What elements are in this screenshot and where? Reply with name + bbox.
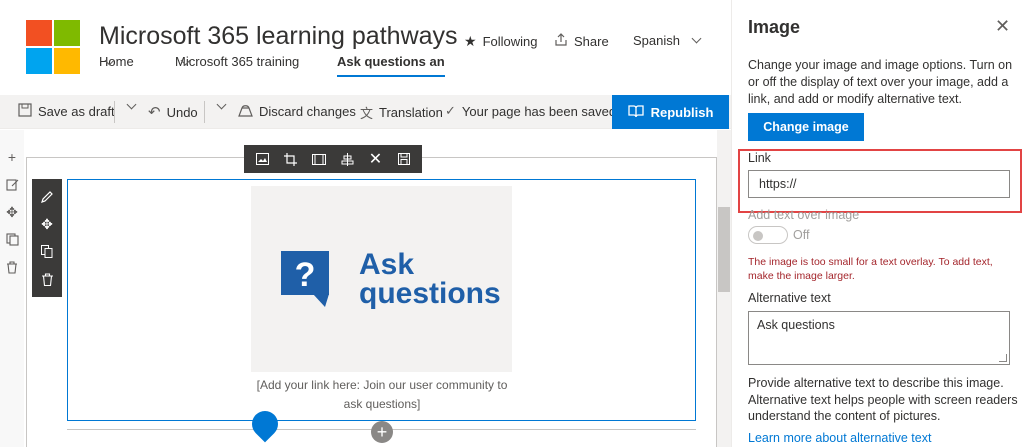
microsoft-logo [26, 20, 80, 74]
speech-tail [313, 294, 329, 307]
save-icon [18, 103, 32, 120]
crop-icon[interactable] [278, 148, 302, 170]
toggle-knob [753, 231, 763, 241]
page: Microsoft 365 learning pathways Home Mic… [0, 0, 1024, 447]
site-title: Microsoft 365 learning pathways [99, 22, 458, 50]
undo-icon: ↶ [148, 104, 161, 121]
republish-label: Republish [650, 104, 714, 120]
image-preview[interactable]: ? Ask questions [251, 186, 512, 372]
question-mark-icon: ? [295, 256, 316, 294]
ask-questions-image: ? Ask questions [281, 248, 501, 310]
share-button[interactable]: Share [554, 33, 609, 50]
resize-handle-icon[interactable] [999, 354, 1007, 362]
move-section-icon[interactable]: ✥ [5, 205, 19, 219]
close-icon[interactable]: ✕ [995, 17, 1011, 35]
image-edit-icon[interactable] [250, 148, 274, 170]
panel-title: Image [748, 17, 801, 37]
delete-section-icon[interactable] [5, 261, 19, 275]
resize-icon[interactable] [307, 148, 331, 170]
image-text-line2: questions [359, 277, 501, 310]
alt-text-help: Provide alternative text to describe thi… [748, 376, 1018, 423]
republish-button[interactable]: Republish [612, 95, 729, 129]
star-icon: ★ [464, 33, 477, 49]
link-label: Link [748, 151, 771, 165]
save-as-draft-label: Save as draft [38, 104, 115, 119]
language-dropdown[interactable]: Spanish [633, 33, 702, 48]
discard-changes-label: Discard changes [259, 104, 356, 119]
overlay-warning: The image is too small for a text overla… [748, 256, 993, 282]
book-icon [627, 104, 644, 121]
add-section-icon[interactable]: + [5, 150, 19, 164]
nav-item-ask-questions[interactable]: Ask questions and g [337, 54, 445, 77]
divider [204, 101, 205, 123]
following-label: Following [482, 34, 538, 49]
discard-icon [238, 103, 253, 120]
alt-text-input[interactable]: Ask questions [748, 311, 1010, 365]
save-icon[interactable] [392, 148, 416, 170]
nav-item-training[interactable]: Microsoft 365 training [175, 54, 299, 69]
discard-changes-button[interactable]: Discard changes [238, 103, 356, 120]
webpart-toolbar: ✥ [32, 179, 62, 297]
duplicate-section-icon[interactable] [5, 233, 19, 247]
language-label: Spanish [633, 33, 680, 48]
edit-section-icon[interactable] [5, 178, 19, 192]
save-as-draft-button[interactable]: Save as draft [18, 103, 115, 120]
edit-pencil-icon[interactable] [35, 185, 59, 209]
undo-button[interactable]: ↶ Undo [148, 103, 198, 121]
chevron-down-icon [691, 33, 702, 44]
toggle-state: Off [793, 228, 810, 242]
nav-item-label: Microsoft 365 training [175, 54, 300, 69]
share-label: Share [574, 34, 609, 49]
panel-description: Change your image and image options. Tur… [748, 58, 1013, 106]
link-input[interactable]: https:// [748, 170, 1010, 198]
save-options-dropdown[interactable] [121, 99, 137, 110]
duplicate-icon[interactable] [35, 240, 59, 264]
text-overlay-label: Add text over image [748, 208, 860, 222]
learn-more-link[interactable]: Learn more about alternative text [748, 431, 931, 445]
translation-button[interactable]: 文 Translation [360, 103, 443, 122]
add-webpart-icon[interactable]: + [371, 421, 393, 443]
close-icon[interactable]: ✕ [363, 148, 387, 170]
checkmark-icon: ✓ [445, 103, 456, 118]
site-nav: Home Microsoft 365 training Ask question… [99, 54, 459, 77]
scrollbar-thumb[interactable] [718, 207, 730, 292]
nav-item-label: Home [99, 54, 134, 69]
share-icon [554, 33, 568, 50]
move-icon[interactable]: ✥ [35, 212, 59, 236]
delete-icon[interactable] [35, 267, 59, 291]
undo-options-dropdown[interactable] [211, 99, 227, 110]
save-status: ✓ Your page has been saved [445, 103, 616, 119]
change-image-button[interactable]: Change image [748, 113, 864, 141]
alt-text-label: Alternative text [748, 291, 831, 305]
image-toolbar: ✕ [244, 145, 422, 173]
image-caption[interactable]: [Add your link here: Join our user commu… [252, 376, 512, 414]
nav-item-home[interactable]: Home [99, 54, 134, 69]
undo-label: Undo [166, 104, 198, 120]
save-status-text: Your page has been saved [461, 103, 617, 119]
translation-icon: 文 [360, 106, 374, 121]
divider [114, 101, 115, 123]
align-icon[interactable] [335, 148, 359, 170]
following-button[interactable]: ★ Following [464, 33, 537, 50]
translation-label: Translation [379, 105, 443, 120]
